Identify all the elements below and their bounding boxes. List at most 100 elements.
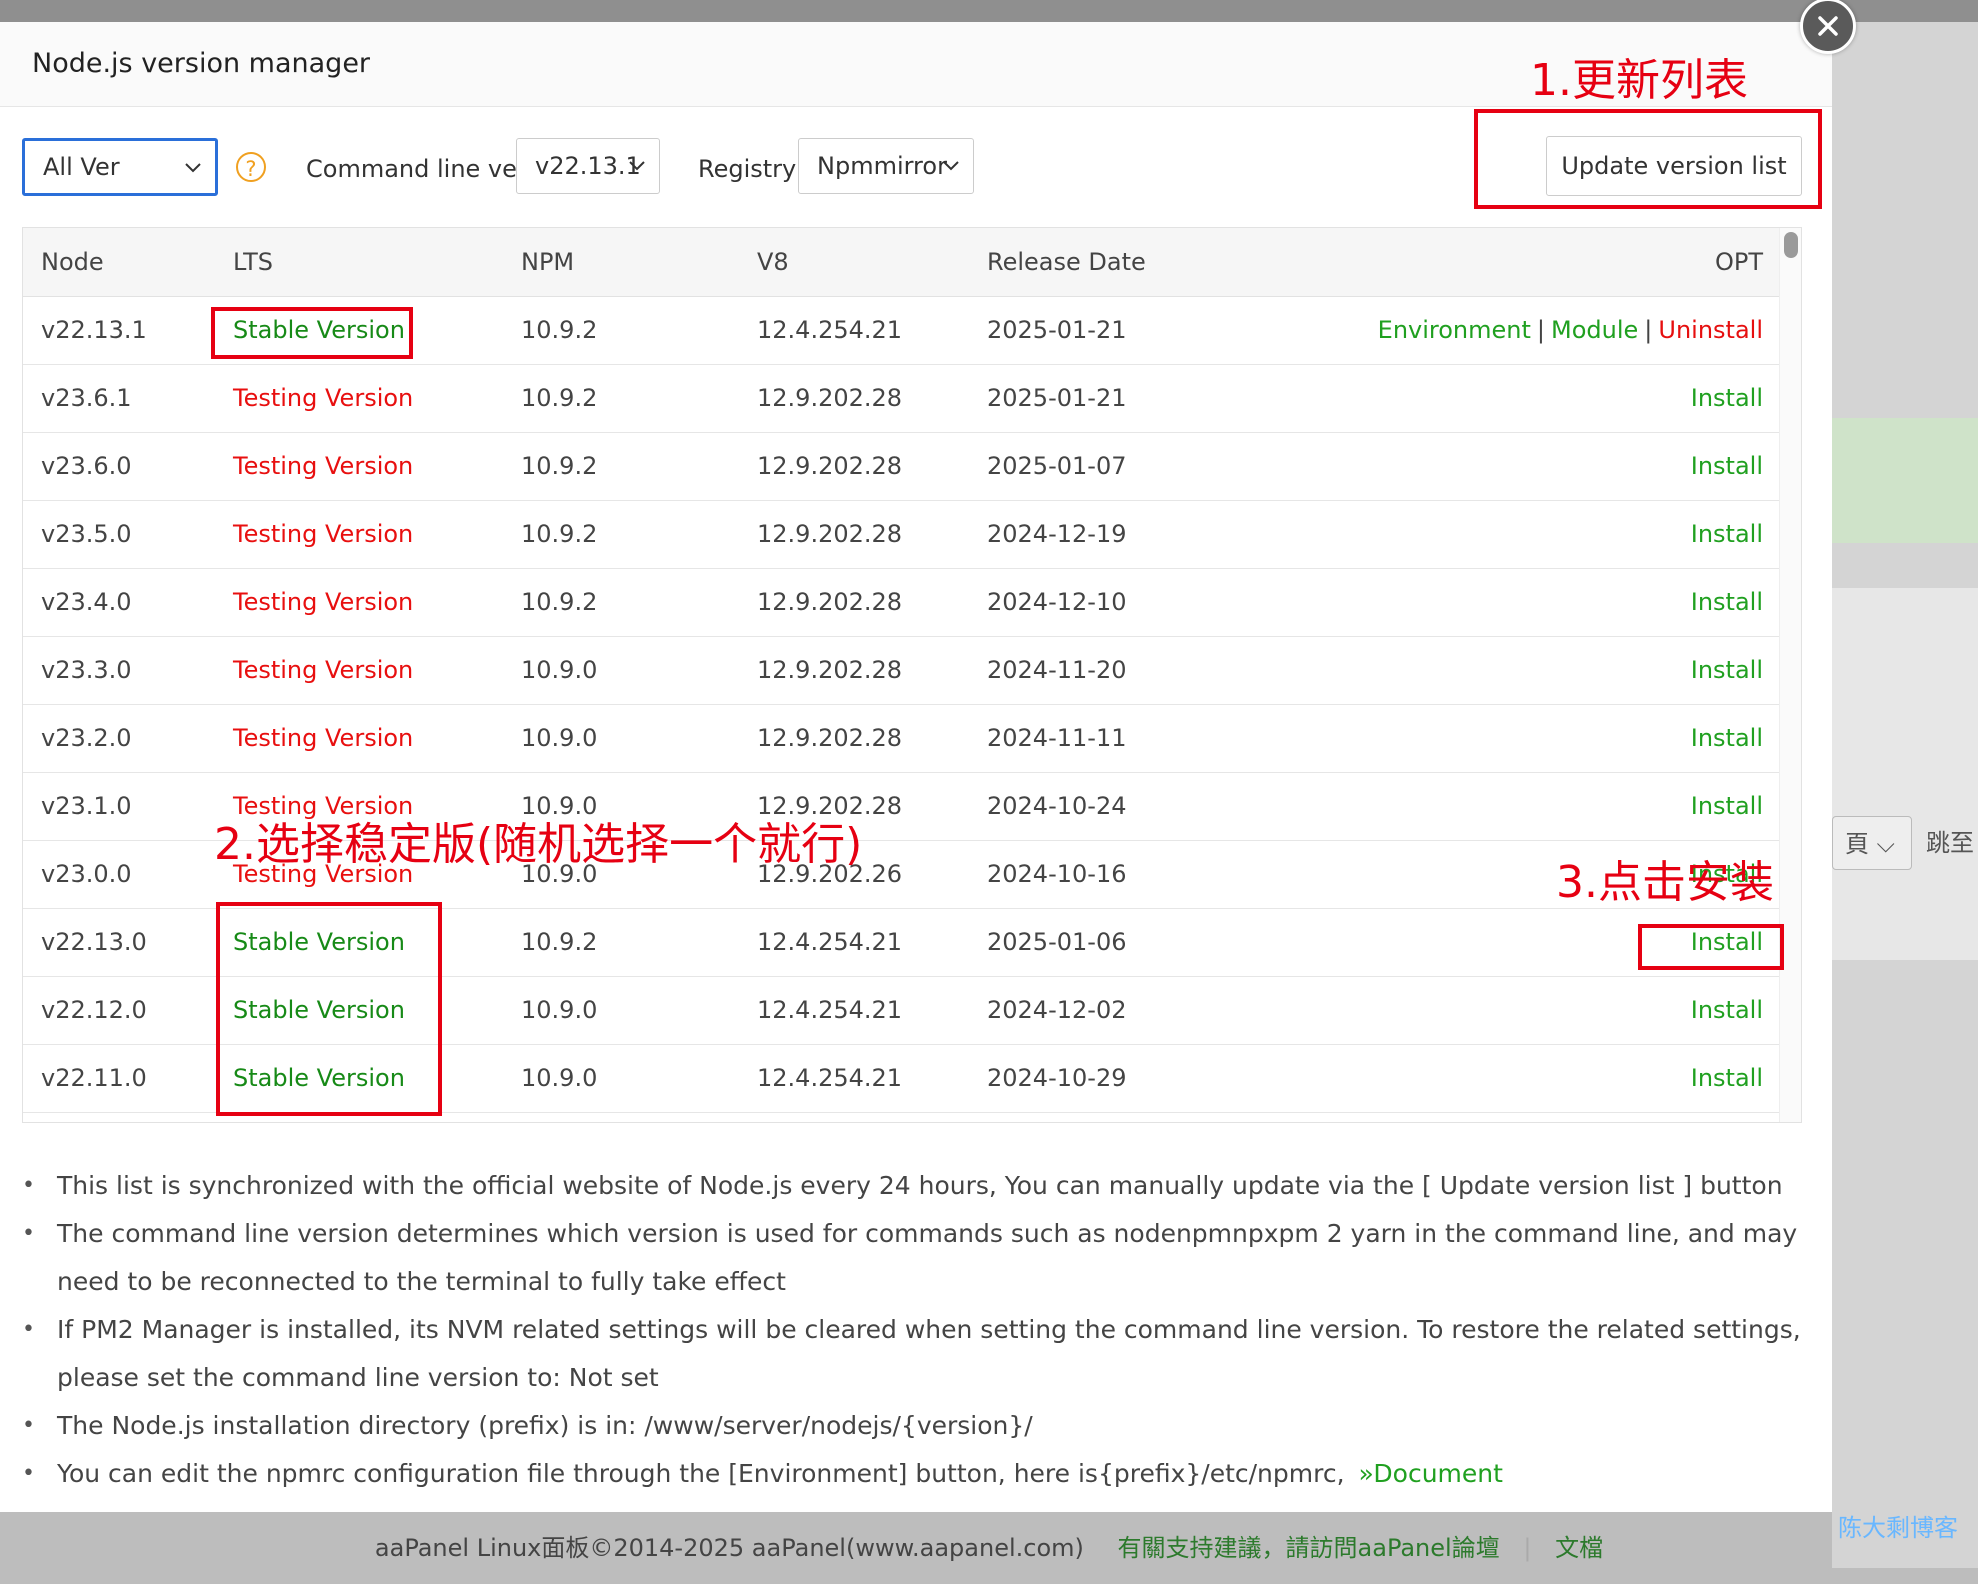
cell-v8: 12.4.254.21 (757, 316, 903, 344)
cell-lts: Testing Version (233, 520, 414, 548)
cell-opt: Install (1691, 636, 1763, 704)
footer-copyright: aaPanel Linux面板©2014-2025 aaPanel(www.aa… (374, 1534, 1084, 1562)
cell-opt: Install (1691, 568, 1763, 636)
uninstall-button[interactable]: Uninstall (1658, 316, 1763, 344)
cell-release-date: 2024-11-20 (987, 656, 1127, 684)
header-node: Node (41, 248, 104, 276)
annotation-box-update (1474, 109, 1822, 209)
annotation-box-install (1638, 924, 1784, 970)
cell-opt: Install (1691, 500, 1763, 568)
install-button[interactable]: Install (1691, 792, 1763, 820)
cell-npm: 10.9.0 (521, 724, 598, 752)
command-line-version-value: v22.13.1 (535, 152, 641, 180)
cell-lts: Testing Version (233, 724, 414, 752)
cell-npm: 10.9.2 (521, 316, 598, 344)
cell-node: v23.0.0 (41, 860, 132, 888)
cell-node: v23.1.0 (41, 792, 132, 820)
command-line-version-select[interactable]: v22.13.1 (516, 138, 660, 194)
cell-npm: 10.9.2 (521, 520, 598, 548)
node-version-manager-modal: Node.js version manager All Ver ? Comman… (0, 22, 1832, 1512)
cell-opt: Install (1691, 1044, 1763, 1112)
cell-lts: Testing Version (233, 656, 414, 684)
install-button[interactable]: Install (1691, 656, 1763, 684)
cell-npm: 10.9.2 (521, 384, 598, 412)
cell-release-date: 2025-01-06 (987, 928, 1127, 956)
footer-docs-link[interactable]: 文檔 (1555, 1534, 1603, 1562)
cell-node: v23.6.1 (41, 384, 132, 412)
chevron-down-icon (629, 161, 645, 171)
cell-release-date: 2024-12-02 (987, 996, 1127, 1024)
header-opt: OPT (1714, 248, 1763, 276)
header-lts: LTS (233, 248, 273, 276)
cell-release-date: 2025-01-21 (987, 316, 1127, 344)
footer-forum-link[interactable]: 有關支持建議，請訪問aaPanel論壇 (1118, 1534, 1500, 1562)
chevron-down-icon (185, 163, 201, 173)
module-button[interactable]: Module (1551, 316, 1638, 344)
modal-title: Node.js version manager (32, 48, 371, 79)
cell-node: v23.5.0 (41, 520, 132, 548)
scrollbar-thumb[interactable] (1784, 232, 1798, 258)
install-button[interactable]: Install (1691, 520, 1763, 548)
cell-v8: 12.4.254.21 (757, 1064, 903, 1092)
help-icon[interactable]: ? (236, 152, 266, 182)
cell-npm: 10.9.0 (521, 996, 598, 1024)
cell-lts: Testing Version (233, 384, 414, 412)
registry-label: Registry (698, 155, 797, 183)
install-button[interactable]: Install (1691, 588, 1763, 616)
action-separator: | (1644, 316, 1653, 344)
cell-release-date: 2024-10-16 (987, 860, 1127, 888)
cell-release-date: 2024-10-29 (987, 1064, 1127, 1092)
install-button[interactable]: Install (1691, 384, 1763, 412)
cell-npm: 10.9.2 (521, 452, 598, 480)
close-modal-button[interactable] (1800, 0, 1856, 54)
watermark: 陈大剩博客 (1838, 1514, 1958, 1542)
cell-v8: 12.4.254.21 (757, 996, 903, 1024)
table-row: v23.6.0 Testing Version 10.9.2 12.9.202.28 2… (23, 432, 1779, 501)
table-scrollbar[interactable] (1779, 228, 1801, 1122)
cell-v8: 12.9.202.28 (757, 452, 903, 480)
cell-node: v22.11.0 (41, 1064, 147, 1092)
cell-npm: 10.9.2 (521, 928, 598, 956)
cell-v8: 12.4.254.21 (757, 928, 903, 956)
cell-node: v23.3.0 (41, 656, 132, 684)
notes-list: This list is synchronized with the offic… (22, 1162, 1822, 1498)
registry-select[interactable]: Npmmirror (798, 138, 974, 194)
annotation-step2: 2.选择稳定版(随机选择一个就行) (214, 819, 863, 870)
chevron-down-icon (943, 161, 959, 171)
table-row: v23.2.0 Testing Version 10.9.0 12.9.202.28 2… (23, 704, 1779, 773)
document-link[interactable]: »Document (1359, 1459, 1503, 1488)
cell-v8: 12.9.202.28 (757, 588, 903, 616)
version-filter-select[interactable]: All Ver (22, 138, 218, 196)
annotation-step1: 1.更新列表 (1530, 55, 1748, 106)
table-header: Node LTS NPM V8 Release Date OPT (23, 228, 1779, 297)
table-row: v23.4.0 Testing Version 10.9.2 12.9.202.28 2… (23, 568, 1779, 637)
version-filter-value: All Ver (43, 153, 120, 181)
cell-v8: 12.9.202.28 (757, 520, 903, 548)
cell-node: v23.6.0 (41, 452, 132, 480)
background-card (1832, 588, 1978, 960)
cell-opt: Install (1691, 976, 1763, 1044)
install-button[interactable]: Install (1691, 996, 1763, 1024)
cell-lts: Testing Version (233, 588, 414, 616)
note-item: The command line version determines whic… (22, 1210, 1822, 1306)
cell-opt: Environment | Module | Uninstall (1378, 296, 1763, 364)
cell-npm: 10.9.2 (521, 588, 598, 616)
cell-release-date: 2024-12-19 (987, 520, 1127, 548)
install-button[interactable]: Install (1691, 1064, 1763, 1092)
environment-button[interactable]: Environment (1378, 316, 1531, 344)
background-pager-select: 頁 ⌵ (1832, 816, 1912, 870)
registry-value: Npmmirror (817, 152, 947, 180)
install-button[interactable]: Install (1691, 452, 1763, 480)
cell-opt: Install (1691, 364, 1763, 432)
table-row: v23.6.1 Testing Version 10.9.2 12.9.202.28 2… (23, 364, 1779, 433)
cell-opt: Install (1691, 772, 1763, 840)
cell-v8: 12.9.202.28 (757, 384, 903, 412)
page-footer: aaPanel Linux面板©2014-2025 aaPanel(www.aa… (0, 1512, 1978, 1568)
cell-v8: 12.9.202.28 (757, 656, 903, 684)
cell-npm: 10.9.0 (521, 656, 598, 684)
install-button[interactable]: Install (1691, 724, 1763, 752)
cell-node: v22.12.0 (41, 996, 147, 1024)
cell-release-date: 2024-12-10 (987, 588, 1127, 616)
cell-opt: Install (1691, 704, 1763, 772)
cell-npm: 10.9.0 (521, 1064, 598, 1092)
